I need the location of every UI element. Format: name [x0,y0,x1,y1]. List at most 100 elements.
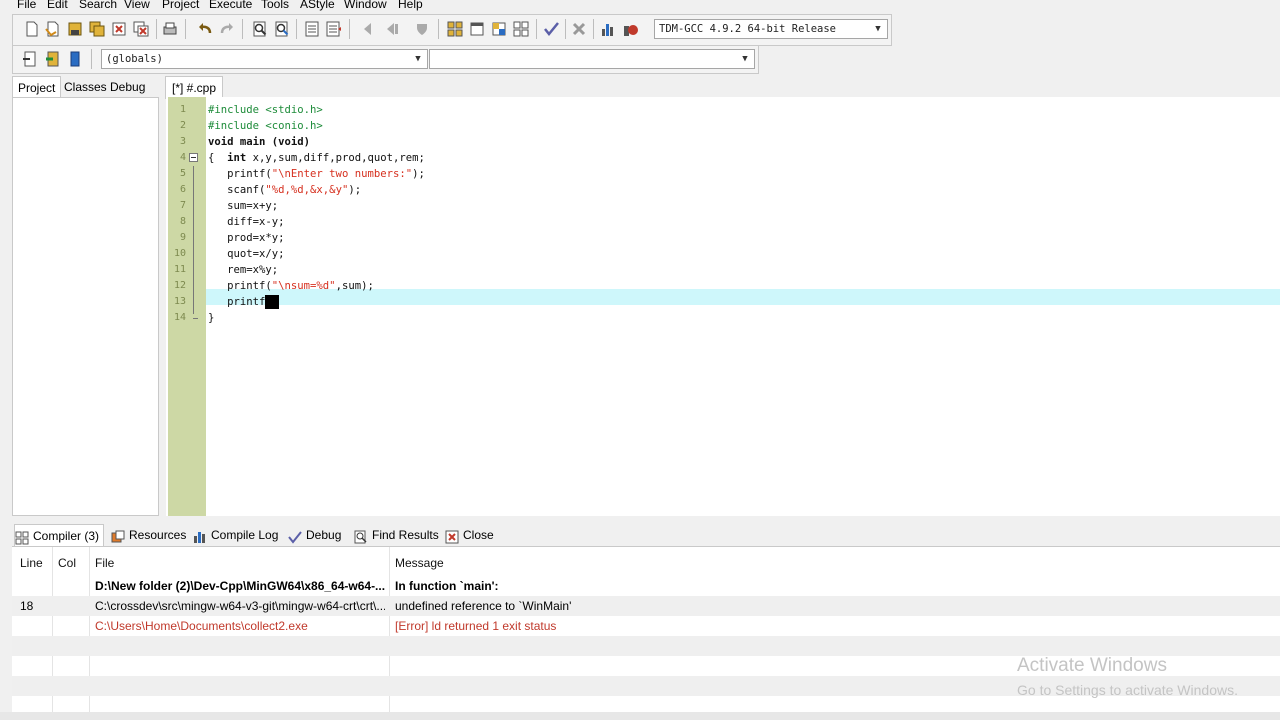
line-number: 1 [179,104,186,115]
scope-select[interactable]: (globals) ▼ [101,49,428,69]
code-area[interactable]: #include <stdio.h> #include <conio.h> void… [206,97,1280,516]
stop-icon[interactable] [570,20,588,38]
tab-project[interactable]: Project [12,76,62,99]
find-icon[interactable] [251,20,269,38]
new-file-icon[interactable] [23,20,41,38]
tab-find-results[interactable]: Find Results [354,524,439,546]
line-number: 3 [179,136,186,147]
unindent-icon[interactable] [324,20,342,38]
message-row[interactable]: C:\Users\Home\Documents\collect2.exe [Er… [12,616,1280,636]
fold-collapse-icon[interactable] [189,153,198,162]
class-browser-icon[interactable] [66,50,84,68]
left-panel-tabs: Project Classes Debug [12,76,160,99]
function-select[interactable]: ▼ [429,49,755,69]
save-icon[interactable] [66,20,84,38]
chart-icon[interactable] [599,20,617,38]
undo-icon[interactable] [196,20,214,38]
tab-close[interactable]: Close [445,524,494,546]
goto-declaration-icon[interactable] [21,50,39,68]
header-file[interactable]: File [95,551,114,575]
code-line[interactable]: printf("\nEnter two numbers:"); [208,166,425,182]
menu-project[interactable]: Project [162,0,199,11]
compile-run-icon[interactable] [413,20,431,38]
code-token: scanf( [208,184,266,196]
close-icon[interactable] [110,20,128,38]
menu-edit[interactable]: Edit [47,0,68,11]
menu-astyle[interactable]: AStyle [300,0,335,11]
code-line[interactable]: scanf("%d,%d,&x,&y"); [208,182,361,198]
chevron-down-icon[interactable]: ▼ [412,50,424,68]
tab-debug-bottom[interactable]: Debug [288,524,341,546]
run-icon[interactable] [383,20,401,38]
tab-compile-log[interactable]: Compile Log [193,524,278,546]
line-number: 4 [179,152,186,163]
code-line[interactable]: rem=x%y; [208,262,278,278]
code-line[interactable]: { int x,y,sum,diff,prod,quot,rem; [208,150,425,166]
find-results-icon [354,529,368,544]
preprocessor-token: #include <conio.h> [208,120,323,132]
header-message[interactable]: Message [395,551,444,575]
insert-icon[interactable] [490,20,508,38]
code-line[interactable]: printf [208,294,280,310]
chevron-down-icon[interactable]: ▼ [739,50,751,68]
code-line[interactable]: #include <stdio.h> [208,102,323,118]
class-toolbar: (globals) ▼ ▼ [12,45,759,74]
code-line[interactable]: sum=x+y; [208,198,278,214]
open-icon[interactable] [44,20,62,38]
tab-resources-label: Resources [129,528,187,542]
code-line[interactable]: quot=x/y; [208,246,284,262]
indent-icon[interactable] [303,20,321,38]
menu-tools[interactable]: Tools [261,0,289,11]
keyword-token: void main (void) [208,136,311,148]
replace-icon[interactable] [273,20,291,38]
compile-icon[interactable] [361,20,379,38]
close-all-icon[interactable] [132,20,150,38]
code-line[interactable]: diff=x-y; [208,214,285,230]
toggle-bookmark-icon[interactable] [512,20,530,38]
menu-view[interactable]: View [124,0,150,11]
string-token: "\nsum=%d" [271,280,336,292]
code-line[interactable]: } [208,310,214,326]
header-line[interactable]: Line [20,551,43,575]
code-line[interactable]: prod=x*y; [208,230,284,246]
code-editor[interactable]: 1 2 3 4 5 6 7 8 9 10 11 12 13 14 #include <stdio.h> #i… [166,97,1280,516]
keyword-token: int [227,152,247,164]
compiler-select-value: TDM-GCC 4.9.2 64-bit Release [659,23,837,35]
line-number: 7 [179,200,186,211]
chevron-down-icon[interactable]: ▼ [872,20,884,38]
new-project-icon[interactable] [446,20,464,38]
message-row[interactable]: 18 C:\crossdev\src\mingw-w64-v3-git\ming… [12,596,1280,616]
header-col[interactable]: Col [58,551,76,575]
editor-tab[interactable]: [*] #.cpp [165,76,224,99]
redo-icon[interactable] [218,20,236,38]
line-number: 2 [179,120,186,131]
code-line[interactable]: #include <conio.h> [208,118,323,134]
project-options-icon[interactable] [468,20,486,38]
row-file: C:\crossdev\src\mingw-w64-v3-git\mingw-w… [95,599,385,613]
code-line[interactable]: printf("\nsum=%d",sum); [208,278,374,294]
tab-classes[interactable]: Classes [59,76,112,98]
message-row[interactable]: D:\New folder (2)\Dev-Cpp\MinGW64\x86_64… [12,576,1280,596]
tab-compiler[interactable]: Compiler (3) [14,524,105,547]
compiler-select[interactable]: TDM-GCC 4.9.2 64-bit Release ▼ [654,19,888,39]
menu-help[interactable]: Help [398,0,423,11]
code-token: diff=x-y; [208,216,285,228]
tab-debug[interactable]: Debug [105,76,150,98]
save-all-icon[interactable] [88,20,106,38]
menu-search[interactable]: Search [79,0,117,11]
profile-icon[interactable] [621,20,639,38]
check-icon[interactable] [542,20,560,38]
code-token: ); [412,168,425,180]
string-token: "%d,%d,&x,&y" [265,184,349,196]
code-line[interactable]: void main (void) [208,134,310,150]
project-tree-panel[interactable] [12,97,159,516]
menu-execute[interactable]: Execute [209,0,252,11]
row-file: D:\New folder (2)\Dev-Cpp\MinGW64\x86_64… [95,579,385,593]
menu-file[interactable]: File [17,0,36,11]
compiler-grid-icon [15,530,29,545]
print-icon[interactable] [161,20,179,38]
tab-resources[interactable]: Resources [111,524,186,546]
menu-window[interactable]: Window [344,0,387,11]
goto-definition-icon[interactable] [44,50,62,68]
tab-compile-log-label: Compile Log [211,528,279,542]
